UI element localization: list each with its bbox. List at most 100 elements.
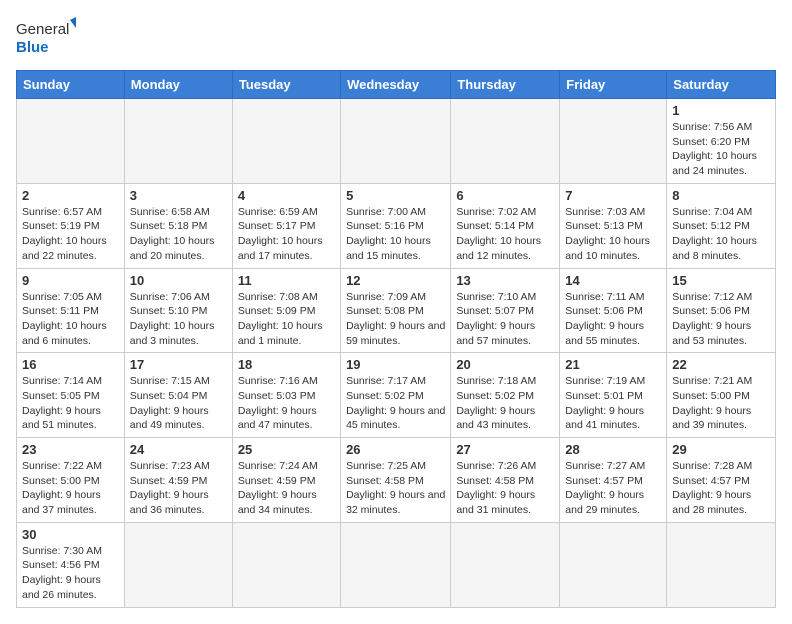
day-number: 26 bbox=[346, 442, 445, 457]
day-info: Sunrise: 7:19 AMSunset: 5:01 PMDaylight:… bbox=[565, 374, 661, 433]
day-number: 27 bbox=[456, 442, 554, 457]
day-info: Sunrise: 7:15 AMSunset: 5:04 PMDaylight:… bbox=[130, 374, 227, 433]
calendar-day-cell: 22 Sunrise: 7:21 AMSunset: 5:00 PMDayligh… bbox=[667, 353, 776, 438]
day-info: Sunrise: 7:16 AMSunset: 5:03 PMDaylight:… bbox=[238, 374, 335, 433]
calendar-day-cell: 20 Sunrise: 7:18 AMSunset: 5:02 PMDayligh… bbox=[451, 353, 560, 438]
weekday-header-thursday: Thursday bbox=[451, 71, 560, 99]
day-number: 10 bbox=[130, 273, 227, 288]
calendar-day-cell: 10 Sunrise: 7:06 AMSunset: 5:10 PMDayligh… bbox=[124, 268, 232, 353]
day-info: Sunrise: 7:00 AMSunset: 5:16 PMDaylight:… bbox=[346, 205, 445, 264]
calendar-week-row: 9 Sunrise: 7:05 AMSunset: 5:11 PMDaylight… bbox=[17, 268, 776, 353]
calendar-day-cell bbox=[560, 99, 667, 184]
calendar-day-cell: 2Sunrise: 6:57 AMSunset: 5:19 PMDaylight… bbox=[17, 183, 125, 268]
calendar-day-cell bbox=[124, 99, 232, 184]
calendar-table: SundayMondayTuesdayWednesdayThursdayFrid… bbox=[16, 70, 776, 608]
day-number: 5 bbox=[346, 188, 445, 203]
calendar-day-cell: 4Sunrise: 6:59 AMSunset: 5:17 PMDaylight… bbox=[232, 183, 340, 268]
weekday-header-monday: Monday bbox=[124, 71, 232, 99]
calendar-day-cell: 7Sunrise: 7:03 AMSunset: 5:13 PMDaylight… bbox=[560, 183, 667, 268]
day-number: 28 bbox=[565, 442, 661, 457]
day-info: Sunrise: 7:26 AMSunset: 4:58 PMDaylight:… bbox=[456, 459, 554, 518]
day-number: 18 bbox=[238, 357, 335, 372]
day-number: 22 bbox=[672, 357, 770, 372]
calendar-day-cell: 14 Sunrise: 7:11 AMSunset: 5:06 PMDayligh… bbox=[560, 268, 667, 353]
calendar-day-cell bbox=[232, 99, 340, 184]
calendar-day-cell bbox=[451, 99, 560, 184]
day-number: 3 bbox=[130, 188, 227, 203]
calendar-day-cell: 25 Sunrise: 7:24 AMSunset: 4:59 PMDayligh… bbox=[232, 438, 340, 523]
day-number: 29 bbox=[672, 442, 770, 457]
weekday-header-saturday: Saturday bbox=[667, 71, 776, 99]
day-info: Sunrise: 7:12 AMSunset: 5:06 PMDaylight:… bbox=[672, 290, 770, 349]
day-number: 21 bbox=[565, 357, 661, 372]
day-number: 13 bbox=[456, 273, 554, 288]
calendar-day-cell: 29 Sunrise: 7:28 AMSunset: 4:57 PMDayligh… bbox=[667, 438, 776, 523]
day-number: 9 bbox=[22, 273, 119, 288]
day-number: 4 bbox=[238, 188, 335, 203]
day-info: Sunrise: 7:25 AMSunset: 4:58 PMDaylight:… bbox=[346, 459, 445, 518]
calendar-day-cell: 21 Sunrise: 7:19 AMSunset: 5:01 PMDayligh… bbox=[560, 353, 667, 438]
day-number: 8 bbox=[672, 188, 770, 203]
calendar-day-cell: 23 Sunrise: 7:22 AMSunset: 5:00 PMDayligh… bbox=[17, 438, 125, 523]
calendar-week-row: 23 Sunrise: 7:22 AMSunset: 5:00 PMDayligh… bbox=[17, 438, 776, 523]
day-number: 12 bbox=[346, 273, 445, 288]
generalblue-logo: General Blue bbox=[16, 16, 76, 60]
weekday-header-friday: Friday bbox=[560, 71, 667, 99]
calendar-day-cell: 24 Sunrise: 7:23 AMSunset: 4:59 PMDayligh… bbox=[124, 438, 232, 523]
day-info: Sunrise: 7:28 AMSunset: 4:57 PMDaylight:… bbox=[672, 459, 770, 518]
day-info: Sunrise: 7:24 AMSunset: 4:59 PMDaylight:… bbox=[238, 459, 335, 518]
calendar-day-cell: 27 Sunrise: 7:26 AMSunset: 4:58 PMDayligh… bbox=[451, 438, 560, 523]
calendar-day-cell: 5 Sunrise: 7:00 AMSunset: 5:16 PMDaylight… bbox=[341, 183, 451, 268]
page-header: General Blue bbox=[16, 16, 776, 60]
day-info: Sunrise: 7:21 AMSunset: 5:00 PMDaylight:… bbox=[672, 374, 770, 433]
day-info: Sunrise: 7:05 AMSunset: 5:11 PMDaylight:… bbox=[22, 290, 119, 349]
calendar-day-cell: 3 Sunrise: 6:58 AMSunset: 5:18 PMDaylight… bbox=[124, 183, 232, 268]
day-info: Sunrise: 7:08 AMSunset: 5:09 PMDaylight:… bbox=[238, 290, 335, 349]
calendar-week-row: 30 Sunrise: 7:30 AMSunset: 4:56 PMDayligh… bbox=[17, 522, 776, 607]
day-info: Sunrise: 7:23 AMSunset: 4:59 PMDaylight:… bbox=[130, 459, 227, 518]
calendar-day-cell: 15 Sunrise: 7:12 AMSunset: 5:06 PMDayligh… bbox=[667, 268, 776, 353]
calendar-day-cell: 12Sunrise: 7:09 AMSunset: 5:08 PMDayligh… bbox=[341, 268, 451, 353]
day-info: Sunrise: 7:22 AMSunset: 5:00 PMDaylight:… bbox=[22, 459, 119, 518]
calendar-day-cell: 9 Sunrise: 7:05 AMSunset: 5:11 PMDaylight… bbox=[17, 268, 125, 353]
calendar-day-cell: 6Sunrise: 7:02 AMSunset: 5:14 PMDaylight… bbox=[451, 183, 560, 268]
calendar-day-cell: 26 Sunrise: 7:25 AMSunset: 4:58 PMDayligh… bbox=[341, 438, 451, 523]
calendar-day-cell: 16Sunrise: 7:14 AMSunset: 5:05 PMDayligh… bbox=[17, 353, 125, 438]
calendar-day-cell bbox=[341, 99, 451, 184]
calendar-day-cell: 8 Sunrise: 7:04 AMSunset: 5:12 PMDaylight… bbox=[667, 183, 776, 268]
day-number: 23 bbox=[22, 442, 119, 457]
calendar-day-cell bbox=[341, 522, 451, 607]
day-info: Sunrise: 7:56 AMSunset: 6:20 PMDaylight:… bbox=[672, 120, 770, 179]
day-info: Sunrise: 7:11 AMSunset: 5:06 PMDaylight:… bbox=[565, 290, 661, 349]
calendar-day-cell: 17 Sunrise: 7:15 AMSunset: 5:04 PMDayligh… bbox=[124, 353, 232, 438]
day-info: Sunrise: 6:58 AMSunset: 5:18 PMDaylight:… bbox=[130, 205, 227, 264]
day-info: Sunrise: 7:04 AMSunset: 5:12 PMDaylight:… bbox=[672, 205, 770, 264]
day-info: Sunrise: 7:02 AMSunset: 5:14 PMDaylight:… bbox=[456, 205, 554, 264]
day-number: 11 bbox=[238, 273, 335, 288]
calendar-day-cell bbox=[124, 522, 232, 607]
day-number: 14 bbox=[565, 273, 661, 288]
day-number: 30 bbox=[22, 527, 119, 542]
day-number: 20 bbox=[456, 357, 554, 372]
day-info: Sunrise: 7:30 AMSunset: 4:56 PMDaylight:… bbox=[22, 544, 119, 603]
calendar-day-cell: 30 Sunrise: 7:30 AMSunset: 4:56 PMDayligh… bbox=[17, 522, 125, 607]
calendar-day-cell: 18 Sunrise: 7:16 AMSunset: 5:03 PMDayligh… bbox=[232, 353, 340, 438]
day-number: 19 bbox=[346, 357, 445, 372]
day-info: Sunrise: 7:06 AMSunset: 5:10 PMDaylight:… bbox=[130, 290, 227, 349]
day-number: 17 bbox=[130, 357, 227, 372]
day-number: 25 bbox=[238, 442, 335, 457]
svg-text:General: General bbox=[16, 21, 69, 38]
day-number: 16 bbox=[22, 357, 119, 372]
calendar-day-cell bbox=[451, 522, 560, 607]
calendar-week-row: 2Sunrise: 6:57 AMSunset: 5:19 PMDaylight… bbox=[17, 183, 776, 268]
calendar-day-cell bbox=[667, 522, 776, 607]
logo: General Blue bbox=[16, 16, 76, 60]
day-info: Sunrise: 7:03 AMSunset: 5:13 PMDaylight:… bbox=[565, 205, 661, 264]
day-number: 24 bbox=[130, 442, 227, 457]
day-info: Sunrise: 7:17 AMSunset: 5:02 PMDaylight:… bbox=[346, 374, 445, 433]
calendar-week-row: 16Sunrise: 7:14 AMSunset: 5:05 PMDayligh… bbox=[17, 353, 776, 438]
day-info: Sunrise: 7:18 AMSunset: 5:02 PMDaylight:… bbox=[456, 374, 554, 433]
calendar-day-cell: 11 Sunrise: 7:08 AMSunset: 5:09 PMDayligh… bbox=[232, 268, 340, 353]
day-number: 15 bbox=[672, 273, 770, 288]
calendar-day-cell bbox=[560, 522, 667, 607]
